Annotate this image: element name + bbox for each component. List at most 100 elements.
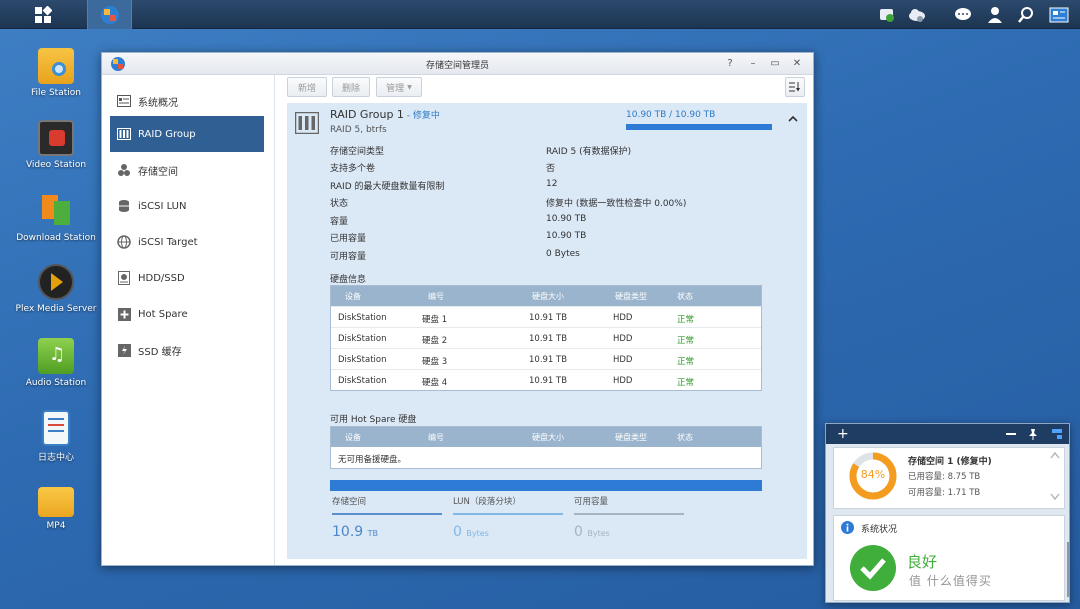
tray-widgets-icon[interactable]: [1044, 0, 1074, 29]
help-button[interactable]: ?: [723, 57, 737, 71]
summary-number: 10.9: [332, 524, 364, 540]
summary-lun: LUN（段落分块） 0 Bytes: [453, 495, 563, 540]
window-titlebar[interactable]: 存储空间管理员 ? – ▭ ✕: [102, 53, 813, 75]
maximize-button[interactable]: ▭: [768, 57, 782, 71]
toolbar: 新增 删除 管理 ▼: [287, 77, 807, 99]
sidebar-item-overview[interactable]: 系统概况: [110, 83, 264, 119]
sidebar-item-raid-group[interactable]: RAID Group: [110, 116, 264, 152]
volume-free: 可用容量: 1.71 TB: [908, 488, 981, 498]
desktop-icon-label: Download Station: [16, 233, 96, 243]
main-menu-button[interactable]: [0, 0, 86, 29]
manage-button[interactable]: 管理 ▼: [376, 77, 422, 97]
summary-number: 0: [574, 524, 583, 540]
tray-backup-icon[interactable]: [872, 0, 902, 29]
prop-label: 存储空间类型: [330, 147, 385, 157]
desktop-icon-video-station[interactable]: Video Station: [6, 120, 106, 170]
sort-button[interactable]: [785, 77, 805, 97]
tray-search-icon[interactable]: [1011, 0, 1041, 29]
sidebar-item-ssd-cache[interactable]: SSD 缓存: [110, 332, 264, 368]
cell-size: 10.91 TB: [529, 355, 568, 365]
summary-value: 0 Bytes: [574, 524, 684, 540]
sidebar-item-label: HDD/SSD: [138, 272, 185, 284]
prop-value: RAID 5 (有数据保护): [546, 147, 632, 157]
tray-user-icon[interactable]: [980, 0, 1010, 29]
widget-scrollbar[interactable]: [1067, 542, 1070, 597]
taskbar: [0, 0, 1080, 29]
collapse-button[interactable]: [787, 113, 799, 125]
hdd-icon: [117, 271, 131, 285]
desktop-icon-file-station[interactable]: File Station: [6, 48, 106, 98]
close-button[interactable]: ✕: [790, 57, 804, 71]
raid-group-subtitle: RAID 5, btrfs: [330, 125, 387, 135]
create-button[interactable]: 新增: [287, 77, 327, 97]
chevron-up-icon[interactable]: [1050, 451, 1060, 459]
video-station-icon: [38, 120, 74, 156]
prop-label: 容量: [330, 217, 349, 227]
summary-unit: Bytes: [466, 529, 489, 538]
table-row[interactable]: DiskStation 硬盘 1 10.91 TB HDD 正常: [331, 306, 761, 327]
desktop-icon-label: MP4: [46, 521, 66, 531]
table-row[interactable]: DiskStation 硬盘 3 10.91 TB HDD 正常: [331, 348, 761, 369]
usage-percent: 84%: [860, 468, 886, 481]
table-row[interactable]: DiskStation 硬盘 2 10.91 TB HDD 正常: [331, 327, 761, 348]
table-row[interactable]: DiskStation 硬盘 4 10.91 TB HDD 正常: [331, 369, 761, 390]
sidebar-item-iscsi-lun[interactable]: iSCSI LUN: [110, 188, 264, 224]
cell-type: HDD: [613, 334, 633, 344]
disk-info-title: 硬盘信息: [330, 275, 367, 285]
cell-size: 10.91 TB: [529, 376, 568, 386]
volume-status-card: 84% 存储空间 1 (修复中) 已用容量: 8.75 TB 可用容量: 1.7…: [833, 447, 1065, 509]
sidebar-item-label: 系统概况: [138, 97, 178, 109]
empty-message: 无可用备援硬盘。: [338, 455, 407, 465]
column-header: 硬盘大小: [532, 292, 564, 301]
manage-button-label: 管理: [386, 83, 405, 94]
tray-chat-icon[interactable]: [948, 0, 978, 29]
desktop-icon-label: 日志中心: [37, 453, 74, 463]
log-center-icon: [42, 410, 70, 446]
table-header: 设备 编号 硬盘大小 硬盘类型 状态: [331, 286, 761, 306]
desktop-icon-label: File Station: [31, 88, 81, 98]
file-station-icon: [38, 48, 74, 84]
sidebar-item-iscsi-target[interactable]: iSCSI Target: [110, 224, 264, 260]
desktop-icon-mp4[interactable]: MP4: [6, 483, 106, 531]
widget-panel: + 84% 存储空间 1 (修复中) 已用容量: 8.75 TB 可用容量: 1…: [825, 423, 1070, 603]
desktop-icon-download-station[interactable]: Download Station: [6, 193, 106, 243]
sidebar-item-volume[interactable]: 存储空间: [110, 152, 264, 188]
window-title: 存储空间管理员: [425, 61, 489, 71]
widget-header: +: [826, 424, 1069, 444]
hot-spare-title: 可用 Hot Spare 硬盘: [330, 415, 417, 425]
minimize-button[interactable]: –: [746, 57, 760, 71]
prop-value: 0 Bytes: [546, 249, 580, 259]
cell-status: 正常: [677, 336, 695, 346]
minimize-widget-button[interactable]: [1006, 433, 1016, 435]
tray-cloud-icon[interactable]: [902, 0, 932, 29]
pin-icon[interactable]: [1027, 428, 1039, 440]
desktop-icon-audio-station[interactable]: ♫ Audio Station: [6, 338, 106, 388]
sidebar-item-hdd-ssd[interactable]: HDD/SSD: [110, 260, 264, 296]
summary-line: [332, 513, 442, 515]
raid-usage-fill: [626, 124, 772, 130]
add-widget-button[interactable]: +: [837, 426, 849, 442]
summary-number: 0: [453, 524, 462, 540]
taskbar-storage-manager[interactable]: [87, 0, 132, 29]
sidebar-item-label: 存储空间: [138, 166, 178, 178]
desktop-icon-label: Audio Station: [25, 378, 87, 388]
cell-device: DiskStation: [338, 355, 387, 365]
sidebar-item-label: RAID Group: [138, 128, 196, 140]
system-health-card: 系统状况 良好 值 什么值得买: [833, 515, 1065, 601]
info-icon: [841, 521, 854, 534]
sidebar-item-label: iSCSI LUN: [138, 200, 187, 212]
desktop-icon-plex[interactable]: Plex Media Server: [6, 264, 106, 314]
raid-group-status: - 修复中: [403, 111, 440, 121]
raid-group-name: RAID Group 1: [330, 108, 404, 121]
ssd-cache-icon: [117, 343, 131, 357]
cell-number: 硬盘 4: [422, 378, 448, 388]
delete-button[interactable]: 删除: [332, 77, 370, 97]
chevron-down-icon[interactable]: [1050, 493, 1060, 501]
grid-menu-icon: [35, 5, 52, 23]
widget-settings-icon[interactable]: [1050, 428, 1062, 440]
sidebar-item-hot-spare[interactable]: Hot Spare: [110, 296, 264, 332]
desktop-icon-log-center[interactable]: 日志中心: [6, 410, 106, 463]
cell-type: HDD: [613, 313, 633, 323]
overview-icon: [117, 94, 131, 108]
column-header: 设备: [345, 292, 361, 301]
